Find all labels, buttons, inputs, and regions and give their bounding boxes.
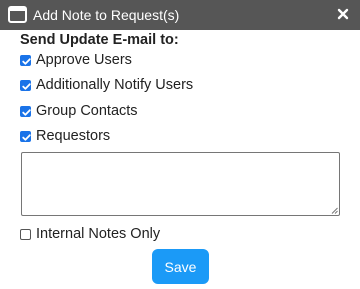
requestors-label: Requestors [36, 128, 111, 144]
approve-users-option[interactable]: Approve Users [20, 50, 132, 70]
group-contacts-checkbox[interactable] [20, 105, 31, 117]
internal-notes-label: Internal Notes Only [36, 226, 161, 242]
requestors-checkbox[interactable] [20, 130, 31, 142]
additionally-notify-users-label: Additionally Notify Users [36, 77, 194, 93]
note-textarea[interactable] [21, 152, 340, 216]
internal-notes-option[interactable]: Internal Notes Only [20, 224, 160, 244]
send-update-heading: Send Update E-mail to: [20, 32, 179, 48]
save-button[interactable]: Save [152, 249, 209, 284]
additionally-notify-users-checkbox[interactable] [20, 79, 31, 91]
dialog-titlebar[interactable]: Add Note to Request(s) [0, 0, 360, 30]
group-contacts-option[interactable]: Group Contacts [20, 101, 138, 121]
approve-users-label: Approve Users [36, 52, 132, 68]
additionally-notify-users-option[interactable]: Additionally Notify Users [20, 75, 193, 95]
group-contacts-label: Group Contacts [36, 103, 138, 119]
approve-users-checkbox[interactable] [20, 54, 31, 66]
dialog-title: Add Note to Request(s) [33, 7, 180, 23]
close-icon[interactable] [336, 6, 350, 22]
window-icon [8, 6, 27, 23]
internal-notes-checkbox[interactable] [20, 228, 31, 240]
requestors-option[interactable]: Requestors [20, 126, 110, 146]
add-note-dialog: Add Note to Request(s) Send Update E-mai… [0, 0, 360, 289]
